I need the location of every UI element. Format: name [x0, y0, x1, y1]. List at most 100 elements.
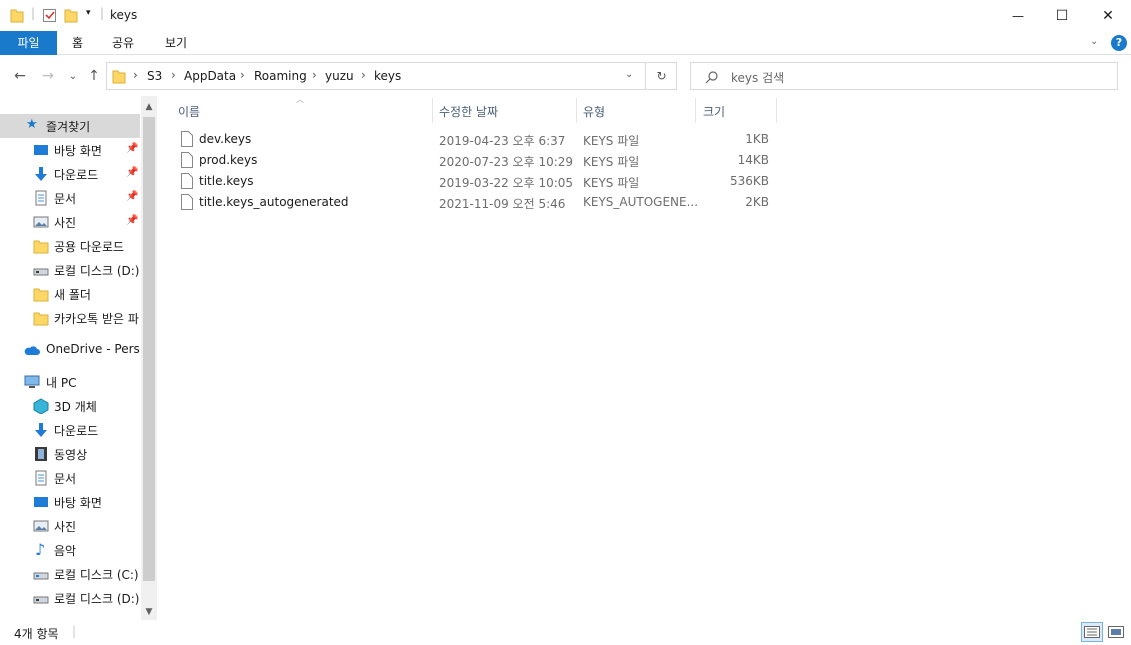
large-icons-view-icon [1108, 626, 1124, 638]
new-folder-icon[interactable] [64, 7, 78, 23]
folder-icon [112, 70, 126, 84]
sidebar-item-label: 로컬 디스크 (D:) [54, 592, 140, 606]
details-view-icon [1084, 626, 1100, 638]
details-view-button[interactable] [1081, 622, 1103, 642]
scroll-down-icon[interactable]: ▼ [141, 604, 157, 620]
file-type: KEYS 파일 [583, 155, 640, 169]
breadcrumb-separator-icon[interactable]: › [240, 68, 245, 82]
tab-share[interactable]: 공유 [98, 31, 148, 55]
column-divider[interactable] [776, 98, 777, 123]
breadcrumb-item[interactable]: Roaming [254, 69, 307, 83]
customize-toolbar-icon[interactable]: ▾ [86, 8, 91, 18]
file-icon [181, 152, 193, 168]
sidebar-item-label: 바탕 화면 [54, 144, 102, 158]
expand-ribbon-icon[interactable]: ⌄ [1090, 36, 1098, 47]
sidebar-item-pc-downloads[interactable]: 다운로드 [0, 418, 140, 442]
sidebar-item-label: 새 폴더 [54, 288, 91, 302]
column-header-modified[interactable]: 수정한 날짜 [433, 98, 576, 123]
breadcrumb-item[interactable]: keys [374, 69, 401, 83]
file-type: KEYS 파일 [583, 176, 640, 190]
breadcrumb-separator-icon[interactable]: › [133, 68, 138, 82]
sidebar-item-pc-documents[interactable]: 문서 [0, 466, 140, 490]
sidebar-item-music[interactable]: ♪ 음악 [0, 538, 140, 562]
breadcrumb-separator-icon[interactable]: › [171, 68, 176, 82]
file-size: 536KB [729, 174, 769, 188]
tab-view[interactable]: 보기 [151, 31, 201, 55]
minimize-button[interactable]: — [995, 0, 1041, 32]
column-header-name[interactable]: 이름 [172, 98, 432, 123]
scrollbar-thumb[interactable] [143, 117, 155, 581]
minimize-icon: — [1012, 9, 1024, 23]
file-size: 14KB [737, 153, 769, 167]
file-name: prod.keys [199, 153, 258, 167]
computer-icon [24, 375, 40, 388]
help-icon[interactable]: ? [1111, 35, 1127, 51]
maximize-icon: ☐ [1055, 8, 1069, 24]
file-row[interactable]: prod.keys 2020-07-23 오후 10:29 KEYS 파일 14… [172, 150, 777, 171]
close-button[interactable]: ✕ [1085, 0, 1131, 32]
drive-icon [33, 596, 49, 604]
address-bar[interactable]: › S3 › AppData › Roaming › yuzu › keys ⌄ [106, 62, 646, 90]
breadcrumb-item[interactable]: S3 [147, 69, 162, 83]
pictures-icon [33, 520, 49, 532]
sidebar-item-pc-local-disk-d[interactable]: 로컬 디스크 (D:) [0, 586, 140, 610]
sidebar-item-downloads[interactable]: 다운로드 📌 [0, 162, 140, 186]
file-icon [181, 194, 193, 210]
sidebar-item-new-folder[interactable]: 새 폴더 [0, 282, 140, 306]
sidebar-item-local-disk-d[interactable]: 로컬 디스크 (D:) [0, 258, 140, 282]
scroll-up-icon[interactable]: ▲ [141, 99, 157, 115]
tab-home[interactable]: 홈 [58, 31, 97, 55]
refresh-button[interactable]: ↻ [647, 62, 677, 90]
document-icon [35, 470, 47, 486]
forward-button[interactable]: → [38, 66, 58, 86]
file-modified: 2021-11-09 오전 5:46 [439, 197, 566, 211]
column-header-size[interactable]: 크기 [696, 98, 776, 123]
sidebar-item-kakaotalk[interactable]: 카카오톡 받은 파 [0, 306, 140, 330]
sidebar-item-public-downloads[interactable]: 공용 다운로드 [0, 234, 140, 258]
sidebar-item-label: 문서 [54, 472, 77, 486]
up-button[interactable]: ↑ [84, 66, 104, 86]
sidebar-item-videos[interactable]: 동영상 [0, 442, 140, 466]
breadcrumb-separator-icon[interactable]: › [361, 68, 366, 82]
ribbon-tabs: 파일 홈 공유 보기 ⌄ ? [0, 31, 1131, 55]
file-icon [181, 131, 193, 147]
file-size: 2KB [745, 195, 769, 209]
search-input[interactable]: keys 검색 [690, 62, 1118, 90]
divider: | [100, 6, 105, 20]
sidebar-item-documents[interactable]: 문서 📌 [0, 186, 140, 210]
pictures-icon [33, 216, 49, 228]
file-row[interactable]: title.keys 2019-03-22 오후 10:05 KEYS 파일 5… [172, 171, 777, 192]
file-row[interactable]: title.keys_autogenerated 2021-11-09 오전 5… [172, 192, 777, 213]
breadcrumb-item[interactable]: yuzu [325, 69, 354, 83]
maximize-button[interactable]: ☐ [1039, 0, 1085, 32]
pin-icon: 📌 [126, 167, 139, 178]
tab-file[interactable]: 파일 [0, 31, 57, 55]
sidebar-item-onedrive[interactable]: OneDrive - Personal [0, 338, 140, 362]
search-icon [705, 71, 718, 84]
drive-icon [33, 268, 49, 276]
navigation-pane: ★ 즐겨찾기 바탕 화면 📌 다운로드 📌 문서 📌 사진 📌 공용 다운로드 … [0, 96, 157, 620]
file-name: title.keys_autogenerated [199, 195, 349, 209]
large-icons-view-button[interactable] [1105, 622, 1127, 642]
sidebar-item-pc-desktop[interactable]: 바탕 화면 [0, 490, 140, 514]
sidebar-item-3d-objects[interactable]: 3D 개체 [0, 394, 140, 418]
breadcrumb-item[interactable]: AppData [184, 69, 236, 83]
back-button[interactable]: ← [10, 66, 30, 86]
file-row[interactable]: dev.keys 2019-04-23 오후 6:37 KEYS 파일 1KB [172, 129, 777, 150]
sidebar-item-pc-pictures[interactable]: 사진 [0, 514, 140, 538]
breadcrumb-separator-icon[interactable]: › [312, 68, 317, 82]
address-dropdown-icon[interactable]: ⌄ [625, 69, 633, 80]
sidebar-item-label: 문서 [54, 192, 77, 206]
sidebar-item-label: 음악 [54, 544, 77, 558]
sidebar-item-pictures[interactable]: 사진 📌 [0, 210, 140, 234]
sidebar-item-quick-access[interactable]: ★ 즐겨찾기 [0, 114, 140, 138]
sidebar-item-local-disk-c[interactable]: 로컬 디스크 (C:) [0, 562, 140, 586]
column-header-type[interactable]: 유형 [577, 98, 695, 123]
sidebar-item-desktop[interactable]: 바탕 화면 📌 [0, 138, 140, 162]
properties-icon[interactable] [42, 7, 58, 23]
sidebar-item-label: 카카오톡 받은 파 [54, 312, 139, 326]
divider: | [72, 624, 77, 638]
sidebar-item-this-pc[interactable]: 내 PC [0, 370, 140, 394]
recent-locations-button[interactable]: ⌄ [63, 66, 83, 86]
file-name: dev.keys [199, 132, 252, 146]
